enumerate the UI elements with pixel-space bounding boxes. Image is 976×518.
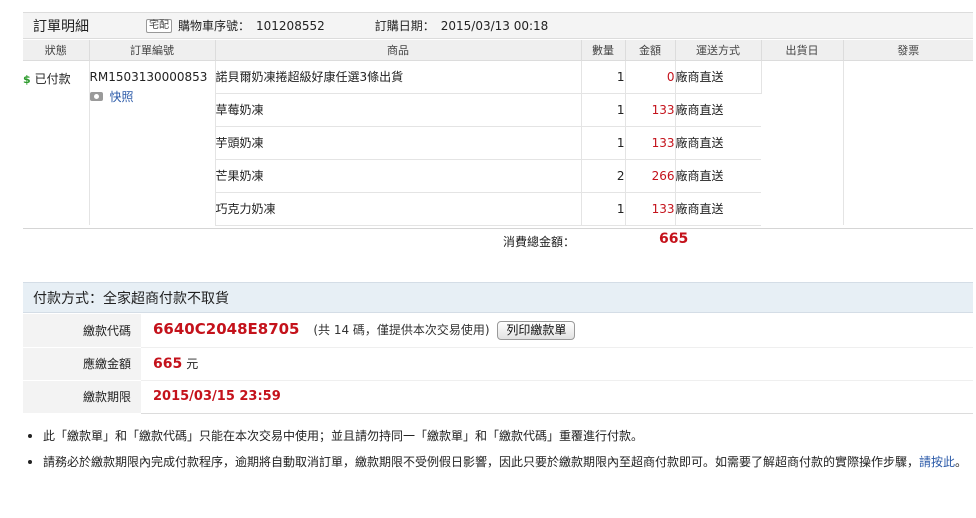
product-amount: 133: [625, 126, 676, 160]
total-row: 消費總金額： 665: [23, 228, 973, 254]
col-order-no: 訂單編號: [89, 40, 216, 61]
table-header-row: 狀態 訂單編號 商品 數量 金額 運送方式 出貨日 發票: [23, 40, 973, 61]
payment-code-note: (共 14 碼，僅提供本次交易使用): [313, 323, 490, 338]
bullet-icon: [28, 434, 32, 438]
product-shipping: 廠商直送: [675, 60, 762, 94]
note-text: 此「繳款單」和「繳款代碼」只能在本次交易中使用；並且請勿持同一「繳款單」和「繳款…: [43, 429, 644, 443]
payment-deadline-row: 繳款期限 2015/03/15 23:59: [23, 380, 973, 414]
invoice-cell: [843, 60, 973, 225]
total-value: 665: [659, 231, 689, 247]
payment-deadline-label: 繳款期限: [23, 380, 141, 414]
payment-deadline-cell: 2015/03/15 23:59: [141, 380, 973, 414]
order-no-cell: RM1503130000853 快照: [89, 60, 216, 225]
product-amount: 266: [625, 159, 676, 193]
order-date: 2015/03/13 00:18: [440, 18, 549, 33]
order-date-label: 訂購日期：: [374, 19, 435, 33]
payment-details: 繳款代碼 6640C2048E8705 (共 14 碼，僅提供本次交易使用) 列…: [23, 314, 973, 414]
col-amount: 金額: [625, 40, 676, 61]
ship-date-cell: [761, 60, 844, 225]
payment-amount: 665: [153, 356, 183, 372]
product-shipping: 廠商直送: [675, 93, 761, 127]
product-shipping: 廠商直送: [675, 126, 761, 160]
product-amount: 133: [625, 192, 676, 226]
payment-code-label: 繳款代碼: [23, 314, 141, 348]
order-table: 狀態 訂單編號 商品 數量 金額 運送方式 出貨日 發票 $ 已付款 RM1503…: [23, 40, 973, 226]
product-qty: 1: [581, 192, 626, 226]
print-payment-slip-button[interactable]: 列印繳款單: [497, 321, 576, 341]
table-row: $ 已付款 RM1503130000853 快照 諾貝爾奶凍捲超級好康任選3條出貨…: [23, 60, 973, 225]
snapshot-link[interactable]: 快照: [89, 88, 215, 105]
payment-amount-unit: 元: [186, 357, 199, 371]
payment-code: 6640C2048E8705: [153, 320, 300, 339]
camera-icon: [89, 91, 103, 101]
note-end: 。: [955, 455, 968, 469]
product-qty: 2: [581, 159, 626, 193]
payment-deadline: 2015/03/15 23:59: [153, 389, 281, 404]
payment-code-cell: 6640C2048E8705 (共 14 碼，僅提供本次交易使用) 列印繳款單: [141, 314, 973, 348]
payment-method-header: 付款方式：全家超商付款不取貨: [23, 282, 973, 313]
product-name: 巧克力奶凍: [215, 192, 582, 226]
product-shipping: 廠商直送: [675, 159, 761, 193]
instructions-link[interactable]: 請按此: [919, 455, 955, 469]
bullet-icon: [28, 460, 32, 464]
product-qty: 1: [581, 126, 626, 160]
payment-method-title: 付款方式：全家超商付款不取貨: [33, 290, 229, 307]
order-title: 訂單明細: [33, 18, 89, 35]
cart-label: 購物車序號：: [178, 19, 251, 33]
note-item: 此「繳款單」和「繳款代碼」只能在本次交易中使用；並且請勿持同一「繳款單」和「繳款…: [26, 423, 972, 449]
col-invoice: 發票: [843, 40, 973, 61]
product-qty: 1: [581, 60, 626, 94]
cart-number: 101208552: [256, 18, 325, 33]
delivery-tag: 宅配: [146, 18, 172, 33]
product-shipping: 廠商直送: [675, 192, 761, 226]
product-name: 諾貝爾奶凍捲超級好康任選3條出貨: [215, 60, 582, 94]
product-amount: 0: [625, 60, 676, 94]
product-name: 芒果奶凍: [215, 159, 582, 193]
note-item: 請務必於繳款期限內完成付款程序，逾期將自動取消訂單，繳款期限不受例假日影響，因此…: [26, 449, 972, 475]
col-product: 商品: [215, 40, 582, 61]
dollar-icon: $: [23, 72, 31, 86]
payment-amount-label: 應繳金額: [23, 347, 141, 381]
note-text: 請務必於繳款期限內完成付款程序，逾期將自動取消訂單，繳款期限不受例假日影響，因此…: [43, 455, 920, 469]
status-cell: $ 已付款: [23, 60, 90, 225]
payment-code-row: 繳款代碼 6640C2048E8705 (共 14 碼，僅提供本次交易使用) 列…: [23, 314, 973, 348]
total-label: 消費總金額：: [503, 235, 576, 249]
payment-amount-cell: 665 元: [141, 347, 973, 381]
product-name: 芋頭奶凍: [215, 126, 582, 160]
status-text: 已付款: [34, 71, 71, 86]
col-ship-date: 出貨日: [761, 40, 844, 61]
col-qty: 數量: [581, 40, 626, 61]
payment-notes: 此「繳款單」和「繳款代碼」只能在本次交易中使用；並且請勿持同一「繳款單」和「繳款…: [26, 423, 972, 475]
product-name: 草莓奶凍: [215, 93, 582, 127]
order-number: RM1503130000853: [89, 69, 208, 84]
payment-amount-row: 應繳金額 665 元: [23, 347, 973, 381]
order-header: 訂單明細 宅配 購物車序號： 101208552 訂購日期： 2015/03/1…: [23, 12, 973, 39]
col-shipping: 運送方式: [675, 40, 762, 61]
product-amount: 133: [625, 93, 676, 127]
col-status: 狀態: [23, 40, 90, 61]
product-qty: 1: [581, 93, 626, 127]
snapshot-label: 快照: [109, 89, 134, 104]
